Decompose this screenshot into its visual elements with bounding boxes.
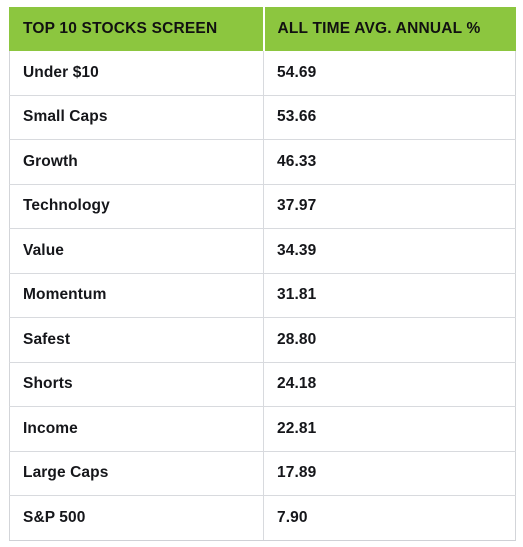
cell-all-time-avg-annual-pct: 34.39 <box>263 228 516 274</box>
table-row: Growth 46.33 <box>9 139 516 185</box>
table-row: S&P 500 7.90 <box>9 495 516 541</box>
table-row: Value 34.39 <box>9 228 516 274</box>
table-body: Under $10 54.69 Small Caps 53.66 Growth 46.33… <box>9 50 516 541</box>
stats-table-container: TOP 10 STOCKS SCREEN ALL TIME AVG. ANNUA… <box>9 7 516 541</box>
table-header-row: TOP 10 STOCKS SCREEN ALL TIME AVG. ANNUA… <box>9 7 516 51</box>
table-row: Income 22.81 <box>9 406 516 452</box>
table-row: Large Caps 17.89 <box>9 450 516 496</box>
cell-screen-name: Shorts <box>9 361 264 407</box>
table-row: Shorts 24.18 <box>9 361 516 407</box>
cell-all-time-avg-annual-pct: 54.69 <box>263 50 516 96</box>
cell-all-time-avg-annual-pct: 28.80 <box>263 317 516 363</box>
cell-all-time-avg-annual-pct: 53.66 <box>263 94 516 140</box>
table-row: Technology 37.97 <box>9 183 516 229</box>
table-row: Under $10 54.69 <box>9 50 516 96</box>
cell-all-time-avg-annual-pct: 31.81 <box>263 272 516 318</box>
cell-screen-name: S&P 500 <box>9 495 264 541</box>
column-header-screen-name: TOP 10 STOCKS SCREEN <box>9 7 265 51</box>
table-header: TOP 10 STOCKS SCREEN ALL TIME AVG. ANNUA… <box>9 7 516 51</box>
cell-all-time-avg-annual-pct: 46.33 <box>263 139 516 185</box>
cell-all-time-avg-annual-pct: 37.97 <box>263 183 516 229</box>
cell-screen-name: Momentum <box>9 272 264 318</box>
table-row: Momentum 31.81 <box>9 272 516 318</box>
cell-screen-name: Growth <box>9 139 264 185</box>
table-row: Safest 28.80 <box>9 317 516 363</box>
cell-screen-name: Large Caps <box>9 450 264 496</box>
column-header-all-time-avg-annual-pct: ALL TIME AVG. ANNUAL % <box>263 7 516 51</box>
cell-all-time-avg-annual-pct: 7.90 <box>263 495 516 541</box>
cell-screen-name: Small Caps <box>9 94 264 140</box>
top-10-stocks-screen-table: TOP 10 STOCKS SCREEN ALL TIME AVG. ANNUA… <box>9 7 516 541</box>
cell-screen-name: Safest <box>9 317 264 363</box>
cell-all-time-avg-annual-pct: 24.18 <box>263 361 516 407</box>
cell-screen-name: Value <box>9 228 264 274</box>
cell-screen-name: Income <box>9 406 264 452</box>
cell-all-time-avg-annual-pct: 17.89 <box>263 450 516 496</box>
cell-screen-name: Technology <box>9 183 264 229</box>
cell-all-time-avg-annual-pct: 22.81 <box>263 406 516 452</box>
table-row: Small Caps 53.66 <box>9 94 516 140</box>
cell-screen-name: Under $10 <box>9 50 264 96</box>
